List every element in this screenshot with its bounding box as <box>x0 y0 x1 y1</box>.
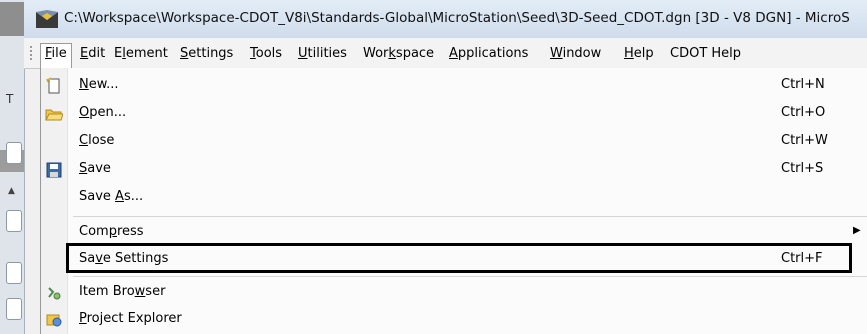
menu-tools[interactable]: Tools <box>246 44 286 64</box>
menu-item-label: ser <box>145 284 166 299</box>
menu-mnemonic: w <box>134 284 146 299</box>
menu-mnemonic: U <box>298 46 308 61</box>
menu-item-save[interactable]: Save Ctrl+S <box>41 158 867 182</box>
menu-label: tilities <box>307 46 347 61</box>
menu-label: Wor <box>363 46 389 61</box>
background-tool-box <box>6 210 22 232</box>
shortcut-label: Ctrl+O <box>781 105 826 120</box>
menu-item-new[interactable]: New... Ctrl+N <box>41 74 867 98</box>
menu-applications[interactable]: Applications <box>445 44 532 64</box>
menu-item-label: pen... <box>89 105 127 120</box>
item-browser-icon <box>48 287 61 300</box>
menu-item-label: Item Bro <box>79 284 135 299</box>
menu-item-open[interactable]: Open... Ctrl+O <box>41 102 867 126</box>
background-tool-box <box>6 142 22 164</box>
save-settings-highlight-box <box>66 243 852 273</box>
menu-separator <box>73 216 867 217</box>
menu-item-close[interactable]: Close Ctrl+W <box>41 130 867 154</box>
menu-file[interactable]: File <box>40 43 72 69</box>
menu-edit[interactable]: Edit <box>76 44 109 64</box>
background-title-segment <box>0 2 24 36</box>
microstation-app-icon <box>36 10 58 28</box>
menu-bar: File Edit Element Settings Tools Utiliti… <box>24 38 867 69</box>
menu-mnemonic: W <box>550 46 563 61</box>
menu-mnemonic: A <box>115 189 124 204</box>
menu-label: pplications <box>457 46 529 61</box>
menu-item-save-as[interactable]: Save As... <box>41 186 867 210</box>
open-folder-icon <box>45 109 63 121</box>
menu-item-label: s... <box>123 189 144 204</box>
menu-label: E <box>114 46 123 61</box>
menu-item-label: ew... <box>88 77 119 92</box>
menu-cdot-help[interactable]: CDOT Help <box>666 44 745 64</box>
shortcut-label: Ctrl+W <box>781 133 828 148</box>
menu-label: dit <box>88 46 106 61</box>
menu-item-label: roject Explorer <box>86 311 182 326</box>
menu-window[interactable]: Window <box>546 44 605 64</box>
menu-mnemonic: A <box>449 46 458 61</box>
menu-workspace[interactable]: Workspace <box>359 44 438 64</box>
scroll-up-arrow-icon[interactable]: ▲ <box>8 186 15 196</box>
file-menu-dropdown: New... Ctrl+N Open... Ctrl+O Close Ctrl+… <box>40 68 867 334</box>
menu-mnemonic: C <box>79 133 89 148</box>
menu-help[interactable]: Help <box>620 44 658 64</box>
menu-separator <box>73 276 867 277</box>
menu-mnemonic: k <box>388 46 396 61</box>
menu-label: CDOT Help <box>670 46 742 61</box>
new-file-icon <box>46 77 60 94</box>
menu-item-label: Save <box>79 189 116 204</box>
menu-label: ools <box>255 46 283 61</box>
save-disk-icon <box>46 162 62 178</box>
menu-utilities[interactable]: Utilities <box>294 44 351 64</box>
menu-item-project-explorer[interactable]: Project Explorer <box>41 308 867 332</box>
menu-mnemonic: p <box>108 224 117 239</box>
menu-item-label: Com <box>79 224 109 239</box>
shortcut-label: Ctrl+N <box>781 77 825 92</box>
background-tool-box <box>6 298 22 320</box>
menu-label: ettings <box>188 46 234 61</box>
menu-item-label: ave <box>87 161 111 176</box>
menu-mnemonic: O <box>79 105 90 120</box>
menu-item-compress[interactable]: Compress ▶ <box>41 221 867 245</box>
menu-item-label: lose <box>88 133 115 148</box>
window-title: C:\Workspace\Workspace-CDOT_V8i\Standard… <box>64 10 850 26</box>
menu-settings[interactable]: Settings <box>176 44 237 64</box>
menu-mnemonic: N <box>79 77 89 92</box>
menu-item-item-browser[interactable]: Item Browser <box>41 281 867 305</box>
menu-label: ement <box>125 46 168 61</box>
background-window-strip: ▲ T <box>0 0 25 334</box>
menu-mnemonic: P <box>79 311 87 326</box>
submenu-arrow-icon: ▶ <box>853 225 861 236</box>
menu-mnemonic: H <box>624 46 634 61</box>
toolbar-grip-icon[interactable] <box>30 46 35 60</box>
shortcut-label: Ctrl+S <box>781 161 824 176</box>
project-explorer-icon <box>46 314 62 327</box>
background-tab-label: T <box>6 92 14 106</box>
menu-label: ile <box>51 46 67 61</box>
menu-label: elp <box>633 46 654 61</box>
menu-label: space <box>395 46 435 61</box>
title-bar[interactable]: C:\Workspace\Workspace-CDOT_V8i\Standard… <box>24 0 867 39</box>
menu-item-label: ress <box>116 224 144 239</box>
menu-element[interactable]: Element <box>110 44 172 64</box>
menu-label: indow <box>562 46 602 61</box>
menu-mnemonic: E <box>80 46 89 61</box>
background-tool-box <box>6 262 22 284</box>
